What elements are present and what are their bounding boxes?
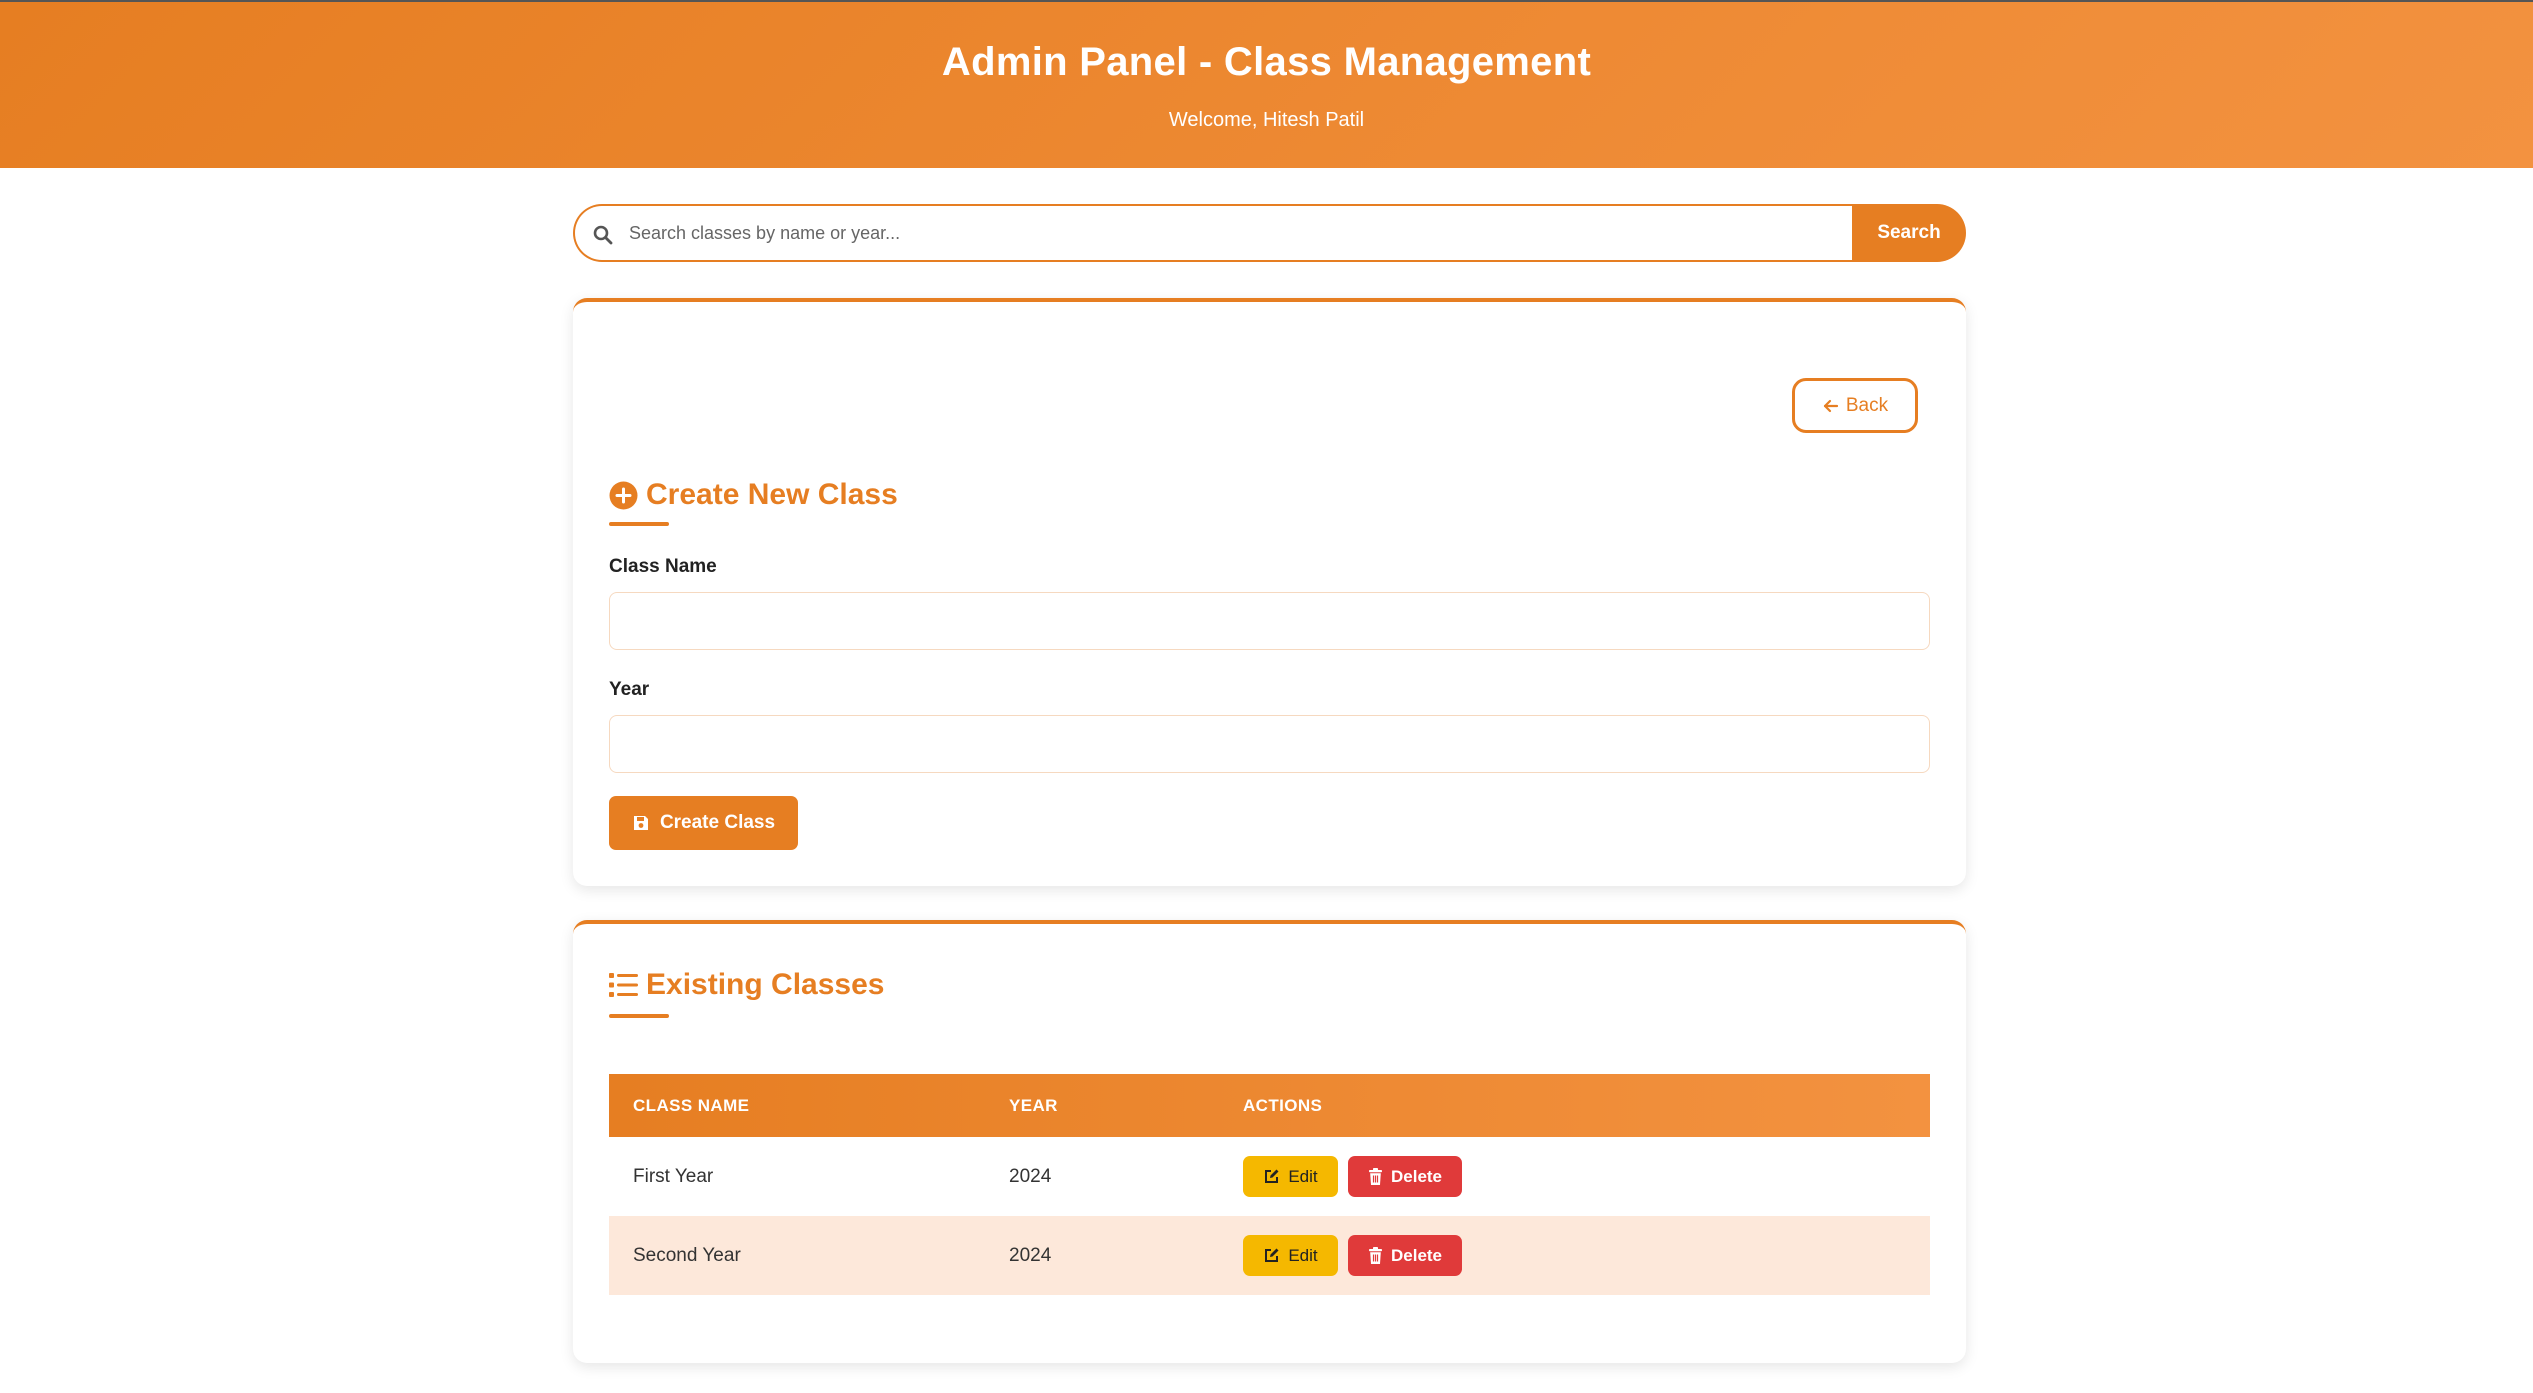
- year-cell: 2024: [1009, 1165, 1052, 1187]
- save-icon: [632, 814, 650, 832]
- year-input[interactable]: [609, 715, 1930, 773]
- edit-button[interactable]: Edit: [1243, 1156, 1338, 1197]
- back-button-label: Back: [1845, 394, 1889, 416]
- welcome-text: Welcome, Hitesh Patil: [1168, 109, 1365, 131]
- search-bar: Search: [573, 204, 1966, 262]
- list-section-title: Existing Classes: [609, 968, 884, 1002]
- create-class-card: Back Create New Class Class Name Year Cr…: [573, 298, 1966, 886]
- class-name-input[interactable]: [609, 592, 1930, 650]
- delete-button[interactable]: Delete: [1348, 1235, 1462, 1276]
- search-icon: [591, 223, 615, 247]
- column-header-actions: ACTIONS: [1243, 1095, 1323, 1115]
- delete-button-label: Delete: [1390, 1166, 1443, 1186]
- column-header-year: YEAR: [1009, 1095, 1058, 1115]
- classes-table: CLASS NAME YEAR ACTIONS First Year 2024 …: [609, 1074, 1930, 1295]
- create-section-title-text: Create New Class: [646, 478, 898, 511]
- edit-button-label: Edit: [1288, 1245, 1318, 1265]
- year-label: Year: [609, 679, 650, 700]
- search-button[interactable]: Search: [1852, 204, 1966, 262]
- edit-button[interactable]: Edit: [1243, 1235, 1338, 1276]
- actions-cell: Edit Delete: [1243, 1235, 1930, 1276]
- edit-button-label: Edit: [1288, 1166, 1318, 1186]
- delete-button[interactable]: Delete: [1348, 1156, 1462, 1197]
- class-name-label: Class Name: [609, 556, 717, 577]
- list-icon: [609, 972, 638, 998]
- actions-cell: Edit Delete: [1243, 1156, 1930, 1197]
- table-row: Second Year 2024 Edit Delete: [609, 1216, 1930, 1295]
- delete-button-label: Delete: [1390, 1245, 1443, 1265]
- create-section-title: Create New Class: [609, 478, 898, 512]
- existing-classes-card: Existing Classes CLASS NAME YEAR ACTIONS…: [573, 920, 1966, 1363]
- title-underline: [609, 1014, 669, 1018]
- create-class-button[interactable]: Create Class: [609, 796, 798, 850]
- search-input[interactable]: [627, 206, 1844, 260]
- search-field: [573, 204, 1852, 262]
- title-underline: [609, 522, 669, 526]
- trash-icon: [1368, 1247, 1383, 1264]
- edit-icon: [1263, 1247, 1280, 1264]
- arrow-left-icon: [1822, 397, 1840, 415]
- plus-circle-icon: [609, 481, 638, 510]
- table-header: CLASS NAME YEAR ACTIONS: [609, 1074, 1930, 1137]
- column-header-class-name: CLASS NAME: [633, 1095, 750, 1115]
- create-class-button-label: Create Class: [659, 812, 776, 833]
- back-button[interactable]: Back: [1792, 378, 1918, 433]
- year-cell: 2024: [1009, 1244, 1052, 1266]
- page-title: Admin Panel - Class Management: [941, 40, 1592, 84]
- trash-icon: [1368, 1168, 1383, 1185]
- page-header: Admin Panel - Class Management Welcome, …: [0, 0, 2533, 168]
- table-row: First Year 2024 Edit Delete: [609, 1137, 1930, 1216]
- class-name-cell: Second Year: [633, 1244, 741, 1266]
- class-name-cell: First Year: [633, 1165, 714, 1187]
- edit-icon: [1263, 1168, 1280, 1185]
- list-section-title-text: Existing Classes: [646, 968, 885, 1001]
